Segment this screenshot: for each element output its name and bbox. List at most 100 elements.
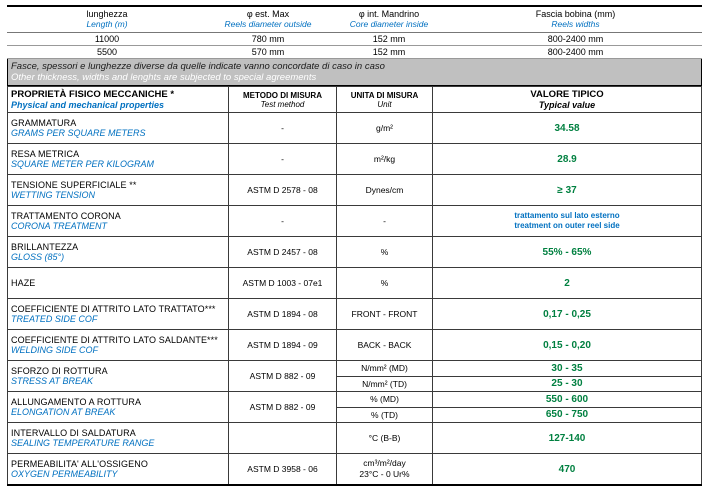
header-unit-en: Unit <box>340 100 429 109</box>
col-header-outer-diameter-it: φ est. Max <box>209 9 327 19</box>
header-properties: PROPRIETÀ FISICO MECCANICHE * Physical a… <box>8 87 229 113</box>
unit: - <box>337 206 433 237</box>
property-name: BRILLANTEZZA GLOSS (85°) <box>8 237 229 268</box>
notice-text-en: Other thickness, widths and lenghts are … <box>11 72 698 83</box>
col-header-length: lunghezza Length (m) <box>7 6 207 33</box>
test-method: ASTM D 1894 - 08 <box>229 299 337 330</box>
unit-line1: cm³/m²/day <box>339 458 430 469</box>
property-name-it: BRILLANTEZZA <box>11 242 225 252</box>
typical-value-line1: trattamento sul lato esterno <box>435 211 699 221</box>
test-method <box>229 423 337 454</box>
property-row-cof-trattato: COEFFICIENTE DI ATTRITO LATO TRATTATO***… <box>8 299 702 330</box>
property-row-grammatura: GRAMMATURA GRAMS PER SQUARE METERS - g/m… <box>8 113 702 144</box>
property-name-it: ALLUNGAMENTO A ROTTURA <box>11 397 225 407</box>
property-row-intervallo-saldatura: INTERVALLO DI SALDATURA SEALING TEMPERAT… <box>8 423 702 454</box>
property-name: PERMEABILITA' ALL'OSSIGENO OXYGEN PERMEA… <box>8 454 229 486</box>
typical-value-md: 30 - 35 <box>433 361 702 377</box>
col-header-core-diameter: φ int. Mandrino Core diameter inside <box>329 6 449 33</box>
property-name-en: GLOSS (85°) <box>11 252 225 262</box>
property-name-en: TREATED SIDE COF <box>11 314 225 324</box>
typical-value-td: 650 - 750 <box>433 407 702 423</box>
typical-value: 55% - 65% <box>433 237 702 268</box>
property-name: INTERVALLO DI SALDATURA SEALING TEMPERAT… <box>8 423 229 454</box>
property-name-it: COEFFICIENTE DI ATTRITO LATO TRATTATO*** <box>11 304 225 314</box>
table-row: 5500 570 mm 152 mm 800-2400 mm <box>7 46 702 59</box>
property-name-it: COEFFICIENTE DI ATTRITO LATO SALDANTE*** <box>11 335 225 345</box>
unit: FRONT - FRONT <box>337 299 433 330</box>
unit-md: N/mm² (MD) <box>337 361 433 377</box>
typical-value: 2 <box>433 268 702 299</box>
property-name: SFORZO DI ROTTURA STRESS AT BREAK <box>8 361 229 392</box>
typical-value: 0,17 - 0,25 <box>433 299 702 330</box>
length-value: 5500 <box>7 46 207 59</box>
notice-text-it: Fasce, spessori e lunghezze diverse da q… <box>11 61 698 72</box>
unit: Dynes/cm <box>337 175 433 206</box>
property-name: TENSIONE SUPERFICIALE ** WETTING TENSION <box>8 175 229 206</box>
test-method: ASTM D 2457 - 08 <box>229 237 337 268</box>
property-name-it: RESA METRICA <box>11 149 225 159</box>
test-method: - <box>229 113 337 144</box>
header-typical-value-it: VALORE TIPICO <box>436 89 698 100</box>
typical-value: 470 <box>433 454 702 486</box>
property-name-en: STRESS AT BREAK <box>11 376 225 386</box>
unit-td: N/mm² (TD) <box>337 376 433 392</box>
reel-width-value: 800-2400 mm <box>449 33 702 46</box>
property-name: COEFFICIENTE DI ATTRITO LATO SALDANTE***… <box>8 330 229 361</box>
col-header-outer-diameter: φ est. Max Reels diameter outside <box>207 6 329 33</box>
outer-diameter-value: 780 mm <box>207 33 329 46</box>
col-header-reel-width-en: Reels widths <box>451 19 700 29</box>
header-properties-en: Physical and mechanical properties <box>11 100 225 110</box>
unit-line2: 23°C - 0 Ur% <box>339 469 430 480</box>
property-name: ALLUNGAMENTO A ROTTURA ELONGATION AT BRE… <box>8 392 229 423</box>
property-name-en: OXYGEN PERMEABILITY <box>11 469 225 479</box>
property-row-brillantezza: BRILLANTEZZA GLOSS (85°) ASTM D 2457 - 0… <box>8 237 702 268</box>
reel-width-value: 800-2400 mm <box>449 46 702 59</box>
property-name-en: ELONGATION AT BREAK <box>11 407 225 417</box>
typical-value: ≥ 37 <box>433 175 702 206</box>
special-agreements-notice: Fasce, spessori e lunghezze diverse da q… <box>7 59 702 86</box>
datasheet-page: lunghezza Length (m) φ est. Max Reels di… <box>0 0 709 497</box>
property-name-en: WETTING TENSION <box>11 190 225 200</box>
property-name: HAZE <box>8 268 229 299</box>
property-row-permeabilita-ossigeno: PERMEABILITA' ALL'OSSIGENO OXYGEN PERMEA… <box>8 454 702 486</box>
reels-spec-table: lunghezza Length (m) φ est. Max Reels di… <box>7 5 702 59</box>
col-header-reel-width-it: Fascia bobina (mm) <box>451 9 700 19</box>
typical-value-line2: treatment on outer reel side <box>435 221 699 231</box>
outer-diameter-value: 570 mm <box>207 46 329 59</box>
unit: BACK - BACK <box>337 330 433 361</box>
test-method: ASTM D 882 - 09 <box>229 361 337 392</box>
test-method: - <box>229 206 337 237</box>
property-name-en: SQUARE METER PER KILOGRAM <box>11 159 225 169</box>
col-header-length-en: Length (m) <box>9 19 205 29</box>
typical-value: 0,15 - 0,20 <box>433 330 702 361</box>
col-header-core-diameter-en: Core diameter inside <box>331 19 447 29</box>
property-name-en: CORONA TREATMENT <box>11 221 225 231</box>
property-row-tensione-superficiale: TENSIONE SUPERFICIALE ** WETTING TENSION… <box>8 175 702 206</box>
unit-md: % (MD) <box>337 392 433 408</box>
unit: % <box>337 237 433 268</box>
unit: % <box>337 268 433 299</box>
typical-value-md: 550 - 600 <box>433 392 702 408</box>
header-test-method: METODO DI MISURA Test method <box>229 87 337 113</box>
core-diameter-value: 152 mm <box>329 46 449 59</box>
unit: g/m² <box>337 113 433 144</box>
property-name: GRAMMATURA GRAMS PER SQUARE METERS <box>8 113 229 144</box>
property-name-it: INTERVALLO DI SALDATURA <box>11 428 225 438</box>
header-typical-value-en: Typical value <box>436 100 698 110</box>
properties-table: PROPRIETÀ FISICO MECCANICHE * Physical a… <box>7 86 702 486</box>
header-typical-value: VALORE TIPICO Typical value <box>433 87 702 113</box>
reels-header-row: lunghezza Length (m) φ est. Max Reels di… <box>7 6 702 33</box>
header-unit-it: UNITA DI MISURA <box>340 91 429 100</box>
typical-value: trattamento sul lato esterno treatment o… <box>433 206 702 237</box>
property-row-resa-metrica: RESA METRICA SQUARE METER PER KILOGRAM -… <box>8 144 702 175</box>
property-row-haze: HAZE ASTM D 1003 - 07e1 % 2 <box>8 268 702 299</box>
col-header-core-diameter-it: φ int. Mandrino <box>331 9 447 19</box>
unit-td: % (TD) <box>337 407 433 423</box>
property-name-en: WELDING SIDE COF <box>11 345 225 355</box>
property-name: COEFFICIENTE DI ATTRITO LATO TRATTATO***… <box>8 299 229 330</box>
typical-value-td: 25 - 30 <box>433 376 702 392</box>
property-name: TRATTAMENTO CORONA CORONA TREATMENT <box>8 206 229 237</box>
col-header-length-it: lunghezza <box>9 9 205 19</box>
typical-value: 127-140 <box>433 423 702 454</box>
property-row-trattamento-corona: TRATTAMENTO CORONA CORONA TREATMENT - - … <box>8 206 702 237</box>
